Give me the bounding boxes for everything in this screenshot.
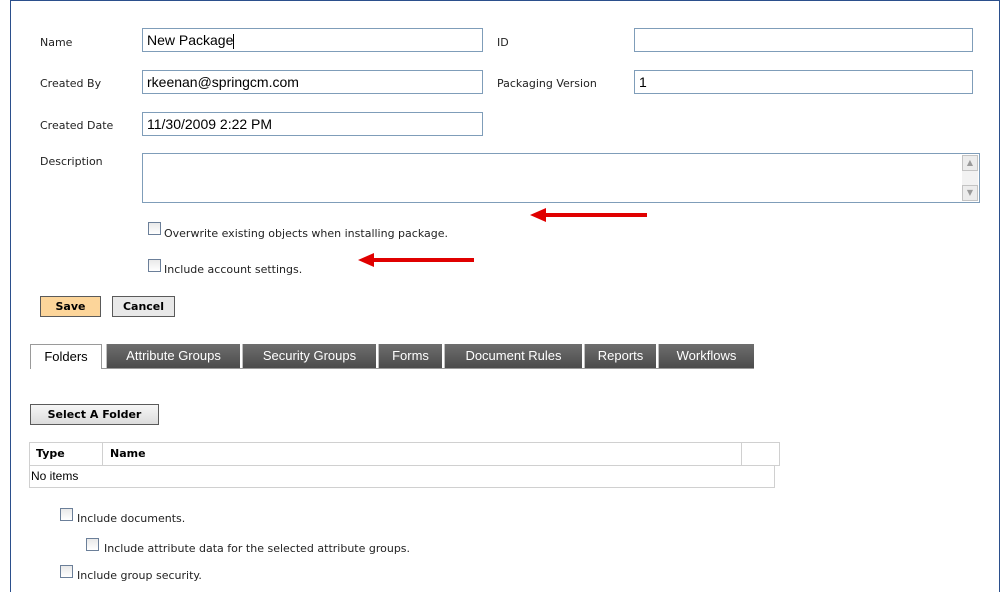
description-label: Description xyxy=(40,155,103,168)
annotation-arrow-overwrite xyxy=(530,208,647,222)
include-group-security-label: Include group security. xyxy=(77,569,202,582)
name-field[interactable]: New Package xyxy=(142,28,483,52)
created-date-field[interactable]: 11/30/2009 2:22 PM xyxy=(142,112,483,136)
tab-attribute-groups[interactable]: Attribute Groups xyxy=(106,344,240,369)
tab-folders[interactable]: Folders xyxy=(30,344,102,369)
column-header-type[interactable]: Type xyxy=(36,443,65,465)
created-by-label: Created By xyxy=(40,77,102,90)
folders-grid-header: Type Name xyxy=(29,442,780,466)
id-field[interactable] xyxy=(634,28,973,52)
scroll-down-icon[interactable]: ▼ xyxy=(962,185,978,201)
created-date-label: Created Date xyxy=(40,119,114,132)
column-divider xyxy=(741,443,742,465)
packaging-version-field[interactable]: 1 xyxy=(634,70,973,94)
tab-workflows[interactable]: Workflows xyxy=(658,344,754,369)
select-folder-button[interactable]: Select A Folder xyxy=(30,404,159,425)
tab-security-groups[interactable]: Security Groups xyxy=(242,344,376,369)
overwrite-label: Overwrite existing objects when installi… xyxy=(164,227,448,240)
include-documents-checkbox[interactable] xyxy=(60,508,73,521)
packaging-version-label: Packaging Version xyxy=(497,77,597,90)
folders-grid-body: No items xyxy=(29,466,775,488)
include-attribute-data-label: Include attribute data for the selected … xyxy=(104,542,411,555)
tab-forms[interactable]: Forms xyxy=(378,344,442,369)
tab-document-rules[interactable]: Document Rules xyxy=(444,344,582,369)
column-header-name[interactable]: Name xyxy=(110,443,146,465)
description-textarea[interactable]: ▲ ▼ xyxy=(142,153,980,203)
tab-underline xyxy=(102,368,754,369)
created-by-field[interactable]: rkeenan@springcm.com xyxy=(142,70,483,94)
description-scrollbar[interactable]: ▲ ▼ xyxy=(962,155,978,201)
id-label: ID xyxy=(497,36,509,49)
include-group-security-checkbox[interactable] xyxy=(60,565,73,578)
scroll-up-icon[interactable]: ▲ xyxy=(962,155,978,171)
column-divider xyxy=(102,443,103,465)
name-field-value: New Package xyxy=(147,32,234,48)
include-attribute-data-checkbox[interactable] xyxy=(86,538,99,551)
name-label: Name xyxy=(40,36,73,49)
include-documents-label: Include documents. xyxy=(77,512,186,525)
text-cursor xyxy=(233,33,235,49)
empty-grid-text: No items xyxy=(31,469,79,483)
include-account-label: Include account settings. xyxy=(164,263,303,276)
include-account-checkbox[interactable] xyxy=(148,259,161,272)
annotation-arrow-account xyxy=(358,253,474,267)
cancel-button[interactable]: Cancel xyxy=(112,296,175,317)
save-button[interactable]: Save xyxy=(40,296,101,317)
tab-reports[interactable]: Reports xyxy=(584,344,656,369)
overwrite-checkbox[interactable] xyxy=(148,222,161,235)
